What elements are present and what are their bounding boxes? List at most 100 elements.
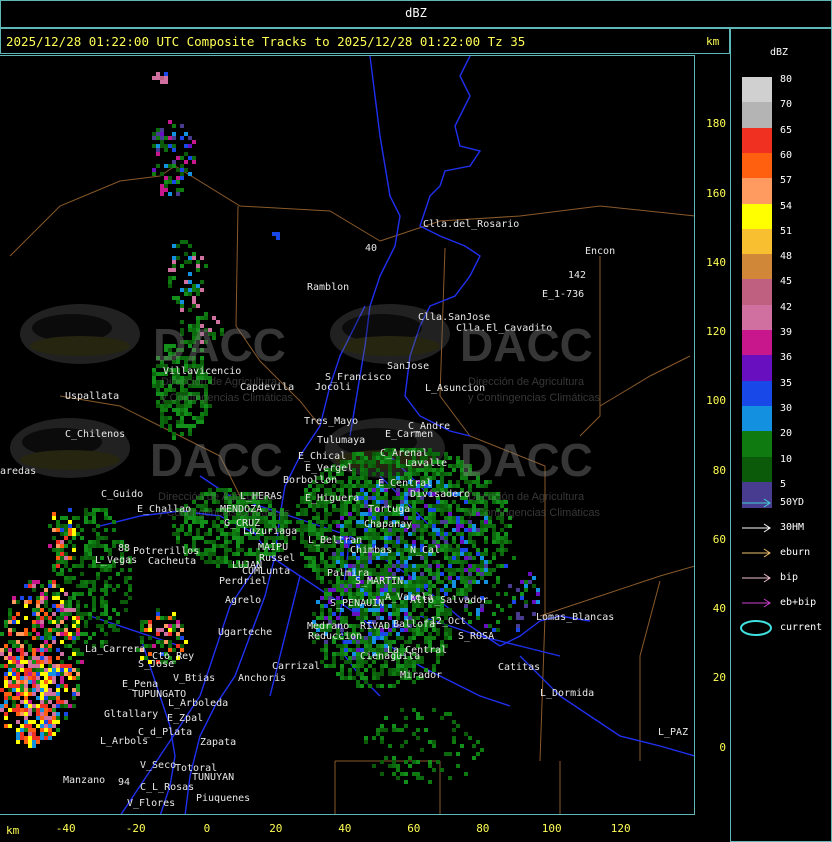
scale-swatch-48 (742, 254, 772, 280)
place-label: Ugarteche (218, 627, 272, 638)
place-label: Ramblon (307, 282, 349, 293)
scale-label: 5 (780, 478, 787, 490)
scale-swatch-30 (742, 405, 772, 432)
place-label: E_Vergel (305, 463, 353, 474)
y-tick-label: 80 (712, 464, 726, 477)
place-label: S_MARTIN (355, 576, 403, 587)
radar-map[interactable]: Clla.del_Rosario Encon 142 E_1-736 Ramblon Cl… (0, 55, 695, 815)
place-label: Encon (585, 246, 615, 257)
watermark-brand: DACC (150, 434, 283, 486)
track-label: current (780, 622, 823, 633)
y-tick-label: 180 (706, 117, 726, 130)
track-arrow-icon (742, 523, 771, 533)
track-label: 50YD (780, 497, 805, 508)
scale-label: 20 (780, 428, 793, 440)
place-label: Lavalle (405, 458, 447, 469)
place-label: Manzano (63, 775, 105, 786)
place-label: Russel (259, 553, 295, 564)
place-label: Tres_Mayo (304, 416, 358, 427)
watermark-line1: Dirección de Agricultura (161, 376, 278, 388)
place-label: 142 (568, 270, 586, 281)
track-arrow-icon (742, 498, 771, 508)
place-label: L_PAZ (658, 727, 688, 738)
scale-label: 65 (780, 124, 793, 136)
x-tick-label: 120 (610, 822, 631, 835)
scale-label: 51 (780, 225, 793, 237)
x-tick-label: 80 (476, 822, 490, 835)
km-unit-label: km (706, 35, 720, 48)
place-label: Ballofa (393, 619, 435, 630)
scale-label: 54 (780, 200, 793, 212)
place-label: 88 (118, 543, 130, 554)
x-tick-label: 0 (203, 822, 211, 835)
scale-swatch-36 (742, 355, 772, 382)
track-label: 30HM (780, 522, 805, 533)
scale-swatch-20 (742, 431, 772, 457)
scale-label: 45 (780, 276, 793, 288)
place-label: 40 (365, 243, 377, 254)
place-label: Lomas_Blancas (536, 612, 614, 623)
y-tick-label: 20 (712, 671, 726, 684)
place-label: V_Btias (173, 673, 215, 684)
scale-swatch-70 (742, 102, 772, 129)
place-label: C_Chilenos (65, 429, 125, 440)
watermark-line2: y Contingencias Climáticas (158, 507, 291, 519)
place-label: L_Arbols (100, 736, 148, 747)
track-label: eb+bip (780, 597, 817, 608)
place-label: L_Arboleda (168, 698, 228, 709)
scale-swatch-35 (742, 380, 772, 407)
place-label: La_Carrera (85, 644, 145, 655)
scale-swatch-42 (742, 304, 772, 331)
scale-label: 70 (780, 99, 793, 111)
place-label: Zapata (200, 737, 236, 748)
place-label: Perdriel (219, 576, 267, 587)
x-unit-label: km (6, 824, 20, 837)
watermark-line2: y Contingencias Climáticas (468, 392, 601, 404)
place-label: S_PENAUIN (330, 598, 384, 609)
place-label: Luzuriaga (243, 526, 297, 537)
scale-swatch-80 (742, 77, 772, 103)
place-label: Borbollon (283, 475, 337, 486)
place-label: Cacheuta (148, 556, 196, 567)
scale-label: 10 (780, 453, 793, 465)
place-label: Tortuga (368, 504, 410, 515)
y-tick-label: 0 (719, 741, 726, 754)
x-tick-label: 60 (407, 822, 421, 835)
place-label: Jocoli (315, 382, 351, 393)
place-label: S_Jose (138, 659, 174, 670)
scale-label: 60 (780, 149, 793, 161)
x-tick-label: 20 (269, 822, 283, 835)
place-label: Cienaguita (360, 651, 420, 662)
y-tick-label: 120 (706, 325, 726, 338)
place-label: Tulumaya (317, 435, 365, 446)
place-label: SanJose (387, 361, 429, 372)
scale-swatch-60 (742, 152, 772, 179)
place-label: E_Zpal (167, 713, 203, 724)
scale-swatch-51 (742, 228, 772, 255)
place-label: 12_Oct (430, 616, 466, 627)
place-label: Mirador (400, 670, 442, 681)
y-tick-label: 60 (712, 533, 726, 546)
scale-label: 48 (780, 251, 793, 263)
track-arrow-icon (742, 548, 771, 558)
place-label: Piuquenes (196, 793, 250, 804)
place-label: Chimbas (350, 545, 392, 556)
scale-swatch-10 (742, 456, 772, 483)
scale-label: 30 (780, 402, 793, 414)
track-label: bip (780, 572, 799, 583)
place-label: Reduccion (308, 631, 362, 642)
time-range-label: 2025/12/28 01:22:00 UTC Composite Tracks… (6, 34, 526, 49)
place-label: C_Guido (101, 489, 143, 500)
place-label: aredas (0, 466, 36, 477)
place-label: E_1-736 (542, 289, 584, 300)
scale-label: 42 (780, 301, 793, 313)
place-label: C_L_Rosas (140, 782, 194, 793)
place-label: TUNUYAN (192, 772, 234, 783)
current-ellipse-icon (740, 620, 772, 636)
place-label: N_Cal (410, 545, 440, 556)
scale-label: 57 (780, 175, 793, 187)
scale-label: 39 (780, 327, 793, 338)
place-label: Divisadero (410, 489, 470, 500)
place-label: Gltallary (104, 709, 158, 720)
place-label: E_Higuera (305, 493, 359, 504)
